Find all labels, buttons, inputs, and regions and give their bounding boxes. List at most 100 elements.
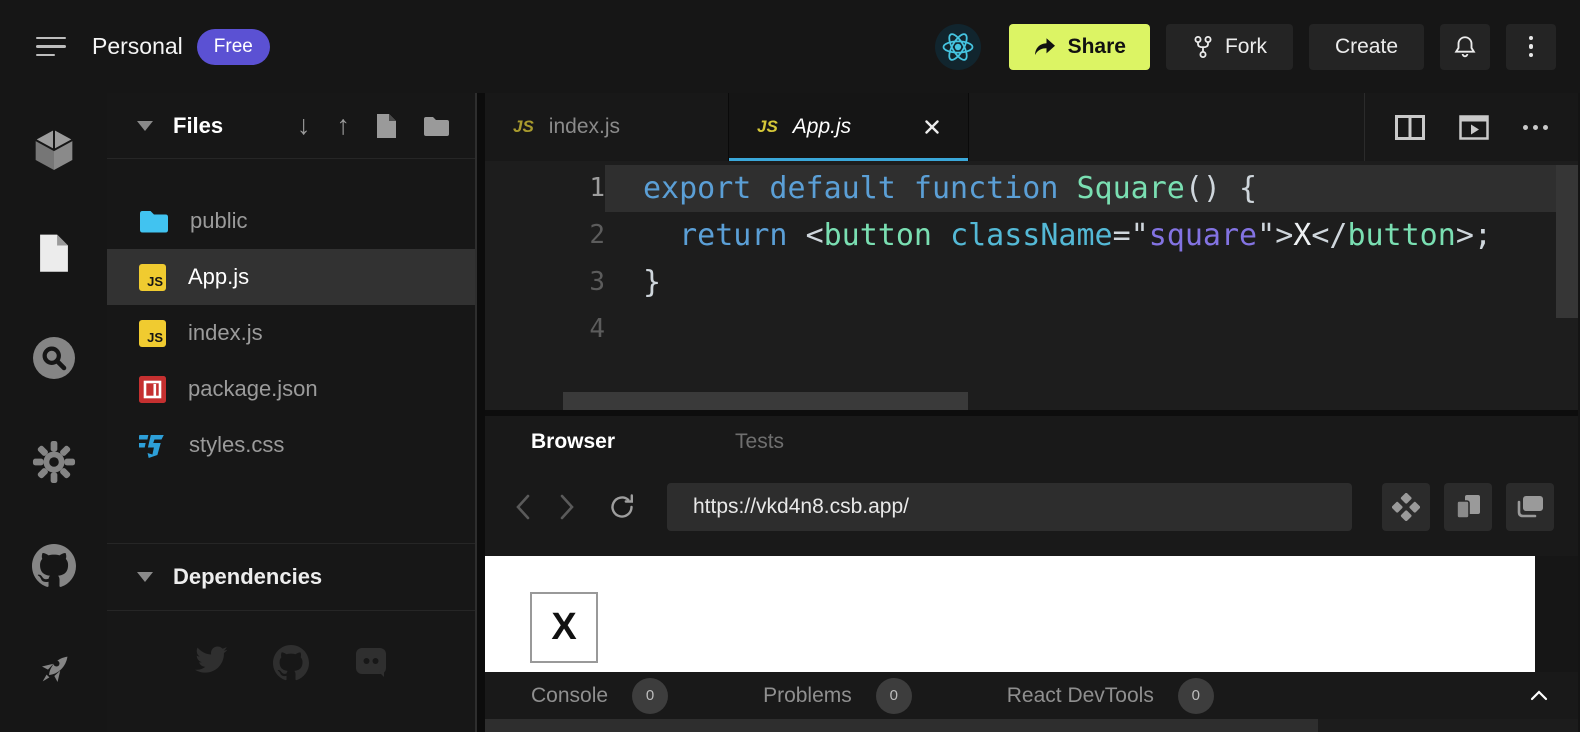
chevron-up-icon[interactable]	[1530, 690, 1548, 701]
code-token: ="	[1113, 218, 1149, 253]
file-row-indexjs[interactable]: JS index.js	[107, 305, 475, 361]
horizontal-scrollbar[interactable]	[563, 392, 968, 410]
line-number: 4	[485, 306, 605, 353]
file-name: styles.css	[189, 432, 284, 458]
popup-windows-icon	[1515, 494, 1545, 520]
devtools-scrollbar[interactable]	[485, 719, 1578, 732]
workspace-name[interactable]: Personal	[92, 33, 183, 60]
refresh-icon[interactable]	[607, 492, 637, 522]
devices-icon	[1454, 493, 1482, 521]
close-icon[interactable]	[924, 119, 940, 135]
react-devtools-count-badge: 0	[1178, 678, 1214, 714]
code-token: "	[1257, 218, 1275, 253]
create-button[interactable]: Create	[1309, 24, 1424, 70]
fork-label: Fork	[1225, 35, 1267, 59]
plan-badge: Free	[197, 29, 270, 65]
discord-icon[interactable]	[353, 645, 389, 681]
download-icon[interactable]: ↓	[297, 112, 311, 139]
code-text	[605, 306, 1578, 353]
open-new-window-button[interactable]	[1506, 483, 1554, 531]
folder-icon	[139, 209, 168, 233]
code-token: Square	[1076, 171, 1184, 206]
problems-tab[interactable]: Problems 0	[763, 678, 912, 714]
vertical-scrollbar[interactable]	[1556, 165, 1578, 318]
problems-count-badge: 0	[876, 678, 912, 714]
collapse-caret-icon[interactable]	[137, 121, 153, 131]
square-button[interactable]: X	[530, 592, 598, 663]
collapse-caret-icon[interactable]	[137, 572, 153, 582]
code-line[interactable]: 2 return <button className="square">X</b…	[485, 212, 1578, 259]
problems-label: Problems	[763, 684, 852, 708]
file-row-stylescss[interactable]: styles.css	[107, 417, 475, 473]
line-number: 3	[485, 259, 605, 306]
responsive-devices-button[interactable]	[1444, 483, 1492, 531]
twitter-icon[interactable]	[193, 645, 229, 681]
preview-pane: X	[485, 556, 1578, 672]
tab-label: index.js	[549, 115, 620, 139]
code-token: button	[824, 218, 950, 253]
back-icon[interactable]	[515, 494, 531, 520]
dependencies-header: Dependencies	[107, 543, 475, 611]
tab-tests[interactable]: Tests	[735, 430, 784, 454]
deploy-rocket-icon[interactable]	[31, 647, 77, 693]
files-title: Files	[173, 113, 223, 139]
npm-file-icon	[139, 376, 166, 403]
settings-gear-icon[interactable]	[31, 439, 77, 485]
react-logo-icon[interactable]	[935, 24, 981, 70]
code-token: className	[950, 218, 1113, 253]
file-row-packagejson[interactable]: package.json	[107, 361, 475, 417]
search-icon[interactable]	[31, 335, 77, 381]
preview-right-gutter	[1535, 556, 1578, 672]
new-file-icon[interactable]	[376, 113, 397, 139]
url-bar[interactable]: https://vkd4n8.csb.app/	[667, 483, 1352, 531]
share-label: Share	[1068, 35, 1126, 59]
share-button[interactable]: Share	[1009, 24, 1150, 70]
file-row-public[interactable]: public	[107, 193, 475, 249]
tab-label: App.js	[793, 115, 851, 139]
code-line[interactable]: 4	[485, 306, 1578, 353]
forward-icon[interactable]	[559, 494, 575, 520]
react-devtools-tab[interactable]: React DevTools 0	[1007, 678, 1214, 714]
console-tab[interactable]: Console 0	[531, 678, 668, 714]
upload-icon[interactable]: ↑	[337, 112, 351, 139]
more-options-button[interactable]	[1506, 24, 1556, 70]
code-line[interactable]: 1 export default function Square() {	[485, 165, 1578, 212]
fork-button[interactable]: Fork	[1166, 24, 1293, 70]
notifications-button[interactable]	[1440, 24, 1490, 70]
code-token: </	[1311, 218, 1347, 253]
menu-icon[interactable]	[36, 37, 66, 57]
code-token: square	[1149, 218, 1257, 253]
code-token: export default function	[643, 171, 1076, 206]
file-name: App.js	[188, 264, 249, 290]
files-header: Files ↓ ↑	[107, 93, 475, 159]
console-count-badge: 0	[632, 678, 668, 714]
js-file-icon: JS	[513, 117, 534, 137]
tab-browser[interactable]: Browser	[531, 430, 615, 454]
explorer-file-icon[interactable]	[31, 231, 77, 277]
tab-appjs[interactable]: JS App.js	[729, 93, 969, 161]
panel-divider[interactable]	[477, 93, 485, 732]
code-token: >	[1275, 218, 1293, 253]
fork-icon	[1192, 35, 1214, 59]
github-icon[interactable]	[273, 645, 309, 681]
tab-indexjs[interactable]: JS index.js	[485, 93, 729, 161]
new-folder-icon[interactable]	[423, 115, 449, 136]
code-editor[interactable]: 1 export default function Square() { 2 r…	[485, 161, 1578, 410]
editor-more-icon[interactable]	[1523, 125, 1548, 130]
code-token: () {	[1185, 171, 1257, 206]
code-line[interactable]: 3 }	[485, 259, 1578, 306]
github-icon[interactable]	[31, 543, 77, 589]
line-number: 2	[485, 212, 605, 259]
header-bar: Personal Free Share	[0, 0, 1580, 93]
file-row-appjs[interactable]: JS App.js	[107, 249, 475, 305]
code-text: export default function Square() {	[605, 165, 1578, 212]
split-view-icon[interactable]	[1395, 115, 1425, 140]
sandbox-info-cube-icon[interactable]	[31, 127, 77, 173]
code-text: }	[605, 259, 1578, 306]
diamonds-icon	[1392, 493, 1420, 521]
env-diamonds-button[interactable]	[1382, 483, 1430, 531]
preview-window-icon[interactable]	[1459, 115, 1489, 140]
dependencies-title: Dependencies	[173, 564, 322, 590]
line-number: 1	[485, 165, 605, 212]
browser-panel: Browser Tests https://vkd4n8.csb.ap	[485, 410, 1578, 556]
